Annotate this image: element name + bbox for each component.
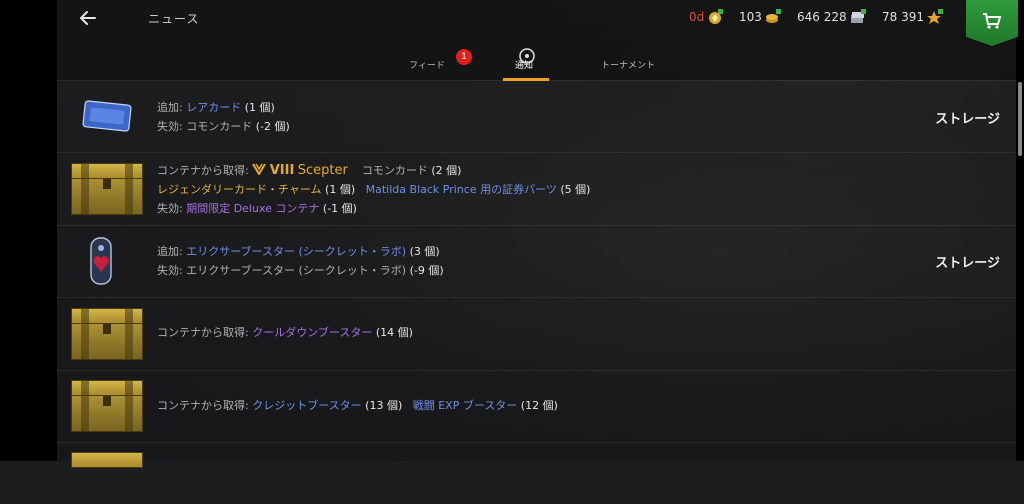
label-from-container: コンテナから取得: bbox=[157, 326, 253, 339]
tank-name: Scepter bbox=[297, 163, 348, 178]
container-chest-icon bbox=[71, 380, 143, 432]
item-name: 期間限定 Deluxe コンテナ bbox=[186, 202, 320, 215]
row-text: コンテナから取得: クレジットブースター (13 個) 戦闘 EXP ブースター… bbox=[157, 396, 558, 415]
row-text: コンテナから取得: VIII Scepter コモンカード (2 個) レジェン… bbox=[157, 161, 590, 218]
list-item: 追加: エリクサーブースター (シークレット・ラボ) (3 個) 失効: エリク… bbox=[57, 226, 1016, 298]
notification-list[interactable]: 追加: レアカード (1 個) 失効: コモンカード (-2 個) ストレージ … bbox=[57, 81, 1016, 468]
rare-card-icon bbox=[81, 98, 133, 138]
gold-display[interactable]: 103 bbox=[739, 9, 781, 25]
gold-value: 103 bbox=[739, 10, 762, 24]
shopping-cart-icon bbox=[983, 13, 1002, 29]
item-name: エリクサーブースター (シークレット・ラボ) bbox=[186, 245, 407, 258]
list-item: 追加: レアカード (1 個) 失効: コモンカード (-2 個) ストレージ bbox=[57, 81, 1016, 153]
storage-button[interactable]: ストレージ bbox=[935, 252, 1000, 271]
row-text: 追加: レアカード (1 個) 失効: コモンカード (-2 個) bbox=[157, 98, 290, 136]
item-count: (-2 個) bbox=[252, 120, 290, 133]
premium-time-value: 0d bbox=[689, 10, 705, 24]
premium-gold-icon bbox=[707, 9, 724, 25]
page-title: ニュース bbox=[148, 12, 200, 26]
item-count: (13 個) bbox=[361, 399, 403, 412]
notification-icon bbox=[519, 48, 535, 64]
item-name: レジェンダリーカード・チャーム bbox=[157, 183, 322, 196]
item-name: コモンカード bbox=[361, 164, 428, 177]
item-count: (1 個) bbox=[241, 101, 275, 114]
label-added: 追加: bbox=[157, 101, 187, 114]
tab-feed[interactable]: フィード bbox=[409, 58, 445, 71]
item-count: (1 個) bbox=[321, 183, 356, 196]
item-count: (2 個) bbox=[427, 164, 462, 177]
free-xp-display[interactable]: 78 391 bbox=[882, 9, 943, 25]
elixir-booster-icon bbox=[89, 236, 113, 290]
item-name: レアカード bbox=[186, 101, 242, 114]
free-xp-star-icon bbox=[927, 9, 943, 25]
item-count: (-9 個) bbox=[406, 264, 444, 277]
item-name: 戦闘 EXP ブースター bbox=[412, 399, 518, 412]
list-item bbox=[57, 443, 1016, 468]
list-item: コンテナから取得: クールダウンブースター (14 個) bbox=[57, 298, 1016, 371]
container-chest-icon bbox=[71, 308, 143, 360]
item-name: クレジットブースター bbox=[252, 399, 362, 412]
item-count: (5 個) bbox=[556, 183, 591, 196]
list-item: コンテナから取得: クレジットブースター (13 個) 戦闘 EXP ブースター… bbox=[57, 371, 1016, 443]
item-count: (-1 個) bbox=[319, 202, 357, 215]
container-chest-icon bbox=[71, 163, 143, 215]
gold-coins-icon bbox=[765, 9, 781, 25]
back-arrow-icon[interactable] bbox=[78, 8, 98, 28]
item-count: (3 個) bbox=[406, 245, 440, 258]
label-expired: 失効: bbox=[157, 202, 187, 215]
credits-display[interactable]: 646 228 bbox=[797, 9, 866, 25]
list-item: コンテナから取得: VIII Scepter コモンカード (2 個) レジェン… bbox=[57, 153, 1016, 226]
item-count: (14 個) bbox=[372, 326, 413, 339]
label-added: 追加: bbox=[157, 245, 187, 258]
item-name: クールダウンブースター bbox=[252, 326, 373, 339]
tier-badge-icon bbox=[252, 163, 267, 177]
label-from-container: コンテナから取得: bbox=[157, 399, 253, 412]
tank-tier: VIII bbox=[269, 163, 295, 178]
label-expired: 失効: エリクサーブースター (シークレット・ラボ) bbox=[157, 264, 407, 277]
tab-tournament[interactable]: トーナメント bbox=[601, 58, 655, 71]
silver-credits-icon bbox=[850, 9, 866, 25]
credits-value: 646 228 bbox=[797, 10, 847, 24]
feed-unread-badge: 1 bbox=[456, 49, 472, 65]
label-expired: 失効: コモンカード bbox=[157, 120, 253, 133]
item-count: (12 個) bbox=[517, 399, 558, 412]
store-button[interactable] bbox=[966, 0, 1018, 46]
container-chest-icon bbox=[71, 452, 143, 504]
tab-bar: フィード 通知 トーナメント bbox=[0, 46, 1024, 80]
storage-button[interactable]: ストレージ bbox=[935, 108, 1000, 127]
premium-time-display[interactable]: 0d bbox=[689, 9, 724, 25]
free-xp-value: 78 391 bbox=[882, 10, 924, 24]
label-from-container: コンテナから取得: bbox=[157, 164, 253, 177]
list-scrollbar[interactable] bbox=[1018, 82, 1022, 156]
row-text: コンテナから取得: クールダウンブースター (14 個) bbox=[157, 323, 413, 342]
item-name: Matilda Black Prince 用の証券パーツ bbox=[365, 183, 557, 196]
row-text: 追加: エリクサーブースター (シークレット・ラボ) (3 個) 失効: エリク… bbox=[157, 242, 444, 280]
